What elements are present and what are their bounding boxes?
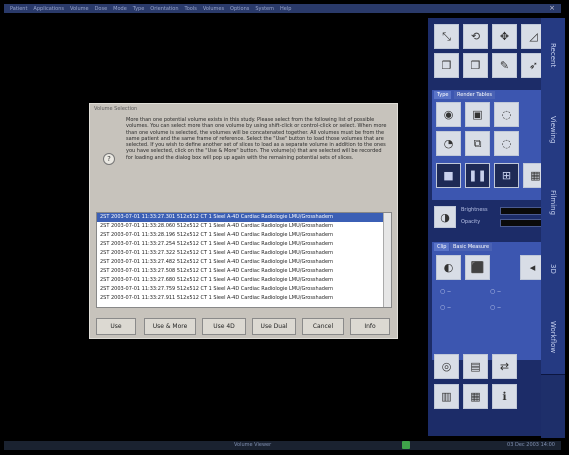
cancel-button[interactable]: Cancel: [302, 318, 344, 335]
list-item[interactable]: 2ST 2003-07-01 11:33:27.482 512x512 CT 1…: [97, 258, 391, 267]
use-button[interactable]: Use: [96, 318, 136, 335]
menu-item[interactable]: Volumes: [203, 6, 224, 12]
status-datetime: 03 Dec 2003 14:00: [507, 442, 555, 448]
cube-tool-icon[interactable]: ⬛: [465, 255, 490, 280]
dialog-message: More than one potential volume exists in…: [126, 117, 387, 161]
save-tool-icon[interactable]: ▥: [434, 384, 459, 409]
menu-item[interactable]: Type: [133, 6, 144, 12]
menu-item[interactable]: Volume: [70, 6, 89, 12]
menu-item[interactable]: Tools: [185, 6, 197, 12]
brightness-label: Brightness: [461, 207, 488, 213]
menu-item[interactable]: Orientation: [150, 6, 178, 12]
render-mode-icon[interactable]: ⧉: [465, 131, 490, 156]
radio-option[interactable]: ○ ‒: [490, 288, 501, 295]
menu-item[interactable]: Applications: [33, 6, 64, 12]
list-item[interactable]: 2ST 2003-07-01 11:33:28.196 512x512 CT 1…: [97, 231, 391, 240]
list-item[interactable]: 2ST 2003-07-01 11:33:28.060 512x512 CT 1…: [97, 222, 391, 231]
opacity-slider[interactable]: [500, 219, 546, 227]
status-text: Volume Viewer: [234, 442, 272, 448]
status-bar: Volume Viewer 03 Dec 2003 14:00: [4, 441, 561, 450]
close-icon[interactable]: ×: [549, 4, 555, 12]
tab-basic-measure[interactable]: Basic Measure: [450, 243, 493, 251]
tool-panel: ⤡ ⟲ ✥ ◿ ❐ ❐ ✎ ➶ Type Render Tables ◉ ▣ ◌…: [428, 18, 549, 436]
brightness-slider[interactable]: [500, 207, 546, 215]
use-4d-button[interactable]: Use 4D: [202, 318, 246, 335]
rotate-tool-icon[interactable]: ⟲: [463, 24, 488, 49]
menu-item[interactable]: Dose: [95, 6, 108, 12]
print-tool-icon[interactable]: ▦: [463, 384, 488, 409]
tab-viewing[interactable]: Viewing: [541, 92, 565, 169]
radio-option[interactable]: ○ ‒: [490, 304, 501, 311]
tab-recent[interactable]: Recent: [541, 18, 565, 93]
render-mode-icon[interactable]: ◔: [436, 131, 461, 156]
use-and-more-button[interactable]: Use & More: [144, 318, 196, 335]
status-indicator-icon: [402, 441, 410, 449]
list-item[interactable]: 2ST 2003-07-01 11:33:27.508 512x512 CT 1…: [97, 267, 391, 276]
scan-tool-icon[interactable]: ◎: [434, 354, 459, 379]
dialog-title: Volume Selection: [94, 106, 138, 112]
clip-tool-icon[interactable]: ◐: [436, 255, 461, 280]
radio-option[interactable]: ○ ‒: [440, 304, 451, 311]
volume-selection-dialog: Volume Selection ? More than one potenti…: [89, 103, 398, 339]
dialog-button-row: Use Use & More Use 4D Use Dual Cancel In…: [96, 318, 392, 336]
list-scrollbar[interactable]: [383, 213, 391, 307]
window-level-icon[interactable]: ◑: [434, 206, 456, 228]
pen-tool-icon[interactable]: ✎: [492, 53, 517, 78]
menu-item[interactable]: Help: [280, 6, 291, 12]
pan-tool-icon[interactable]: ✥: [492, 24, 517, 49]
film-tool-icon[interactable]: ▤: [463, 354, 488, 379]
list-item[interactable]: 2ST 2003-07-01 11:33:27.680 512x512 CT 1…: [97, 276, 391, 285]
zoom-tool-icon[interactable]: ⤡: [434, 24, 459, 49]
radio-option[interactable]: ○ ‒: [440, 288, 451, 295]
volume-list[interactable]: 2ST 2003-07-01 11:33:27.301 512x512 CT 1…: [96, 212, 392, 308]
tab-3d[interactable]: 3D: [541, 238, 565, 301]
list-item[interactable]: 2ST 2003-07-01 11:33:27.759 512x512 CT 1…: [97, 285, 391, 294]
list-item[interactable]: 2ST 2003-07-01 11:33:27.301 512x512 CT 1…: [97, 213, 391, 222]
opacity-label: Opacity: [461, 219, 481, 225]
menu-item[interactable]: Options: [230, 6, 249, 12]
layout-1x1-icon[interactable]: ■: [436, 163, 461, 188]
info-button[interactable]: Info: [350, 318, 390, 335]
render-mode-icon[interactable]: ◉: [436, 102, 461, 127]
tab-filming[interactable]: Filming: [541, 168, 565, 239]
menu-item[interactable]: Patient: [10, 6, 27, 12]
menu-item[interactable]: System: [255, 6, 274, 12]
layout-1x2-icon[interactable]: ❚❚: [465, 163, 490, 188]
tab-workflow[interactable]: Workflow: [541, 300, 565, 375]
layout-2x2-icon[interactable]: ⊞: [494, 163, 519, 188]
info-tool-icon[interactable]: ℹ: [492, 384, 517, 409]
list-item[interactable]: 2ST 2003-07-01 11:33:27.911 512x512 CT 1…: [97, 294, 391, 303]
side-tab-strip: Recent Viewing Filming 3D Workflow: [541, 18, 565, 438]
list-item[interactable]: 2ST 2003-07-01 11:33:27.254 512x512 CT 1…: [97, 240, 391, 249]
render-mode-icon[interactable]: ◌: [494, 131, 519, 156]
render-mode-icon[interactable]: ▣: [465, 102, 490, 127]
tab-render-tables[interactable]: Render Tables: [454, 91, 495, 99]
export-tool-icon[interactable]: ⇄: [492, 354, 517, 379]
copy-tool-icon[interactable]: ❐: [434, 53, 459, 78]
use-dual-button[interactable]: Use Dual: [252, 318, 296, 335]
tab-type[interactable]: Type: [434, 91, 452, 99]
tab-clip[interactable]: Clip: [434, 243, 450, 251]
menu-bar: Patient Applications Volume Dose Mode Ty…: [4, 4, 561, 13]
menu-item[interactable]: Mode: [113, 6, 127, 12]
paste-tool-icon[interactable]: ❐: [463, 53, 488, 78]
list-item[interactable]: 2ST 2003-07-01 11:33:27.322 512x512 CT 1…: [97, 249, 391, 258]
question-icon: ?: [103, 153, 115, 165]
render-mode-icon[interactable]: ◌: [494, 102, 519, 127]
